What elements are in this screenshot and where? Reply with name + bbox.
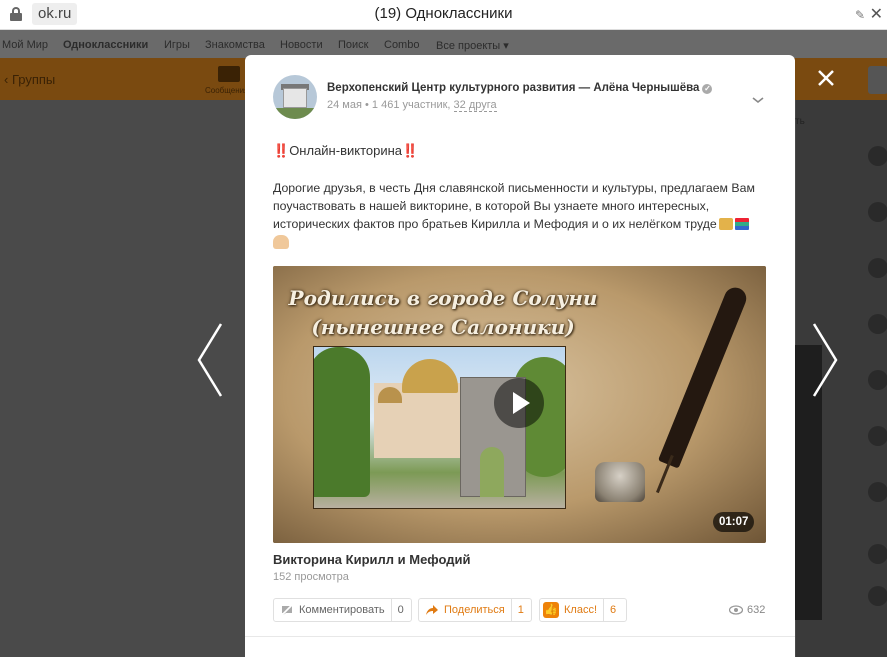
mute-icon[interactable]: ✎ — [855, 8, 865, 22]
close-tab-icon[interactable]: ✕ — [870, 4, 883, 24]
class-label: Класс! — [564, 604, 597, 616]
avatar — [868, 586, 887, 606]
verified-icon: ✓ — [702, 84, 713, 94]
video-views: 152 просмотра — [273, 571, 349, 583]
divider — [245, 636, 795, 637]
avatar — [868, 482, 887, 502]
nav-item-moy-mir[interactable]: Мой Мир — [2, 39, 48, 51]
comment-count: 0 — [390, 599, 410, 621]
nav-item-news[interactable]: Новости — [280, 39, 323, 51]
thumbs-up-icon: 👍 — [543, 602, 559, 618]
video-overlay-title: Родились в городе Солуни — [288, 286, 598, 310]
books-icon — [734, 218, 749, 230]
avatar — [868, 202, 887, 222]
groups-link[interactable]: ‹ Группы — [4, 72, 55, 87]
post-author[interactable]: Верхопенский Центр культурного развития … — [327, 82, 713, 94]
post-modal: Верхопенский Центр культурного развития … — [245, 55, 795, 657]
raised-hands-icon — [273, 235, 289, 249]
nav-item-odnoklassniki[interactable]: Одноклассники — [63, 39, 148, 51]
class-count: 6 — [603, 599, 622, 621]
avatar — [868, 258, 887, 278]
post-title: ‼️Онлайн-викторина‼️ — [273, 143, 419, 158]
avatar — [868, 544, 887, 564]
share-label: Поделиться — [444, 604, 505, 616]
total-views: 632 — [729, 604, 765, 616]
exclamation-icon: ‼️ — [402, 143, 419, 158]
comment-button[interactable]: Комментировать 0 — [273, 598, 412, 622]
scroll-icon — [718, 218, 733, 230]
nav-item-search[interactable]: Поиск — [338, 39, 368, 51]
exclamation-icon: ‼️ — [273, 143, 290, 158]
video-player[interactable]: Родились в городе Солуни (нынешнее Салон… — [273, 266, 766, 543]
eye-icon — [729, 605, 743, 615]
messages-label: Сообщения — [205, 86, 249, 95]
video-duration: 01:07 — [713, 512, 755, 532]
comment-label: Комментировать — [299, 604, 385, 616]
messages-icon[interactable] — [218, 66, 240, 82]
member-count: 1 461 участник — [371, 99, 448, 111]
inkwell-image — [595, 462, 645, 502]
class-button[interactable]: 👍 Класс! 6 — [539, 598, 627, 622]
tab-title: (19) Одноклассники — [374, 5, 513, 22]
post-body: Дорогие друзья, в честь Дня славянской п… — [273, 179, 773, 254]
friends-link[interactable]: 32 друга — [453, 99, 497, 112]
nav-item-dating[interactable]: Знакомства — [205, 39, 265, 51]
nav-item-all-projects[interactable]: Все проекты ▾ — [436, 39, 509, 52]
chevron-down-icon[interactable] — [751, 92, 765, 104]
post-date: 24 мая — [327, 99, 362, 111]
video-overlay-subtitle: (нынешнее Салоники) — [311, 315, 575, 339]
avatar — [868, 146, 887, 166]
share-button[interactable]: Поделиться 1 — [418, 598, 532, 622]
close-icon[interactable] — [814, 66, 838, 90]
nav-item-games[interactable]: Игры — [164, 39, 190, 51]
share-arrow-icon — [426, 605, 438, 615]
next-arrow-icon[interactable] — [810, 320, 840, 400]
video-title[interactable]: Викторина Кирилл и Мефодий — [273, 552, 471, 567]
avatar — [868, 370, 887, 390]
previous-arrow-icon[interactable] — [195, 320, 225, 400]
nav-item-combo[interactable]: Combo — [384, 39, 419, 51]
video-frame-photo — [313, 346, 566, 509]
browser-address-bar: ok.ru (19) Одноклассники ✎ ✕ — [0, 0, 887, 30]
share-count: 1 — [510, 599, 530, 621]
post-meta: 24 мая • 1 461 участник, 32 друга — [327, 99, 497, 112]
ok-top-nav: Мой Мир Одноклассники Игры Знакомства Но… — [0, 30, 887, 58]
avatar — [868, 314, 887, 334]
group-avatar[interactable] — [273, 75, 317, 119]
comment-off-icon — [280, 603, 294, 617]
toolbar-right-button[interactable] — [868, 66, 887, 94]
avatar — [868, 426, 887, 446]
play-icon[interactable] — [494, 378, 544, 428]
